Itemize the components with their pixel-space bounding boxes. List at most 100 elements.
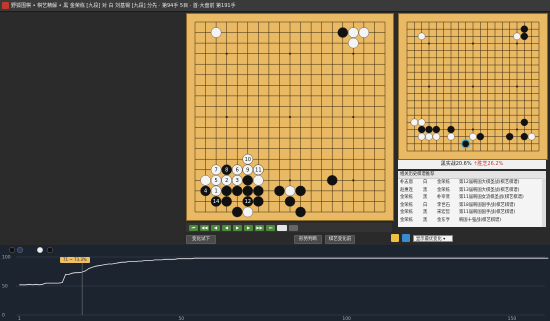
black-stone — [253, 185, 264, 197]
nav-button[interactable]: ▶▶ — [255, 224, 264, 231]
list-cell: 金荣栋 — [437, 180, 450, 185]
display-mode-value: 显示最优变化 — [416, 237, 442, 242]
try-play-button[interactable]: 变化试下 — [186, 235, 216, 244]
list-cell: 黑 — [423, 210, 428, 215]
variation-preview-board[interactable] — [398, 13, 548, 160]
nav-button[interactable]: ⏭ — [266, 224, 275, 231]
list-cell: 宋宏哲 — [437, 210, 450, 215]
white-stone — [200, 175, 211, 186]
black-stone — [520, 118, 529, 127]
related-games-header: 相关历史棋谱推荐 — [398, 171, 546, 179]
black-stone — [221, 185, 232, 197]
white-stone — [242, 206, 253, 218]
black-stone — [327, 175, 338, 186]
list-cell: 朴志恩 — [400, 180, 413, 185]
white-stone — [284, 185, 296, 197]
white-stone — [432, 132, 441, 141]
list-cell: 黑 — [423, 217, 428, 223]
star-point — [225, 52, 228, 55]
star-point — [225, 115, 228, 119]
nav-button[interactable]: ◀ — [211, 224, 220, 231]
list-item[interactable]: 金荣栋 黑 宋宏哲 第11届韩国国手战(棋艺棋谱) — [398, 209, 546, 217]
list-cell: 第11届韩国女流棋圣战(棋艺棋谱) — [459, 195, 524, 200]
move-number: 7 — [215, 168, 218, 174]
move-number: 10 — [245, 157, 251, 163]
analysis-button[interactable]: 棋艺变化前 — [325, 235, 355, 244]
black-stone — [417, 125, 426, 134]
y-tick-label: 0 — [2, 313, 5, 319]
display-mode-select[interactable]: 显示最优变化 ▾ — [413, 235, 453, 242]
move-number: 6 — [236, 168, 239, 174]
white-stone — [358, 27, 370, 38]
graph-player-icon — [47, 247, 53, 253]
nav-button[interactable]: ⏮ — [189, 224, 198, 231]
window-title: 野狐围棋 • 棋艺精解 • 黑 金荣栋 [九段] 对 白 刘基锡 [九段] 分先… — [11, 3, 236, 9]
score-bar: 黑实战20.6% ↑胜芝26.2% — [398, 160, 546, 169]
score-diff: ↑胜芝26.2% — [473, 161, 504, 167]
list-cell: 黑 — [423, 187, 428, 193]
black-stone — [425, 125, 433, 134]
go-board[interactable]: 10 7 8 6 9 11 5 2 3 4 1 14 12 — [186, 13, 394, 221]
white-stone — [417, 132, 426, 141]
list-cell: 第13届韩国大棋圣战(棋艺棋谱) — [459, 187, 520, 193]
move-number: 1 — [215, 189, 218, 195]
board-canvas[interactable]: 10 7 8 6 9 11 5 2 3 4 1 14 12 — [187, 14, 393, 220]
thumbs-up-icon[interactable] — [391, 234, 399, 242]
white-stone — [527, 132, 536, 141]
list-item[interactable]: 赵惠连 黑 金荣栋 第13届韩国大棋圣战(棋艺棋谱) — [398, 187, 546, 195]
app-icon — [2, 2, 9, 9]
star-point — [352, 115, 355, 119]
white-stone — [410, 118, 419, 127]
star-point — [427, 42, 431, 45]
black-stone — [520, 25, 529, 33]
list-cell: 韩国十强战(棋艺棋谱) — [459, 217, 502, 223]
graph-player-icon — [9, 247, 15, 253]
move-number: 9 — [246, 168, 249, 174]
graph-player-icon — [17, 247, 23, 253]
list-cell: 李世石 — [437, 202, 450, 208]
left-panel — [0, 12, 183, 240]
star-point — [352, 179, 355, 182]
nav-button[interactable] — [289, 224, 298, 231]
list-item[interactable]: 朴志恩 白 金荣栋 第12届韩国大棋圣战(棋艺棋谱) — [398, 179, 546, 187]
x-tick-label: 1 — [18, 316, 21, 321]
move-number: 12 — [245, 199, 251, 205]
list-item[interactable]: 金荣栋 黑 朴宰贤 第11届韩国女流棋圣战(棋艺棋谱) — [398, 194, 546, 202]
share-icon[interactable] — [402, 234, 410, 242]
nav-button[interactable] — [277, 224, 287, 231]
graph-player-icon — [37, 247, 43, 253]
move-number: 2 — [225, 178, 228, 184]
nav-button[interactable]: ▶ — [244, 224, 253, 231]
list-item[interactable]: 金荣栋 白 李世石 第18届韩国国手战(棋艺棋谱) — [398, 202, 546, 210]
black-stone — [337, 27, 348, 38]
list-cell: 金荣栋 — [400, 195, 413, 200]
list-item[interactable]: 金荣栋 黑 金东亨 韩国十强战(棋艺棋谱) — [398, 217, 546, 225]
list-cell: 朴宰贤 — [437, 195, 450, 200]
nav-button[interactable]: ▶ — [233, 224, 242, 231]
list-cell: 第12届韩国大棋圣战(棋艺棋谱) — [459, 180, 520, 185]
list-cell: 白 — [423, 202, 428, 208]
list-cell: 第11届韩国国手战(棋艺棋谱) — [459, 210, 516, 215]
white-stone — [425, 132, 433, 141]
move-number: 8 — [225, 168, 228, 174]
move-navigation-bar: ⏮ ◀◀ ◀ ◀ ▶ ▶ ▶▶ ⏭ — [186, 223, 392, 232]
list-cell: 金荣栋 — [400, 210, 413, 215]
x-tick-label: 150 — [508, 316, 517, 321]
move-number: 14 — [213, 199, 219, 205]
black-stone — [232, 206, 243, 218]
winrate-line — [19, 257, 549, 286]
nav-button[interactable]: ◀◀ — [200, 224, 209, 231]
white-stone — [348, 37, 359, 49]
white-stone — [253, 175, 264, 186]
star-point — [515, 128, 519, 131]
white-stone — [417, 32, 426, 41]
list-scrollbar[interactable] — [542, 178, 546, 227]
white-stone — [210, 27, 222, 38]
preview-canvas[interactable] — [399, 14, 547, 159]
x-tick-label: 100 — [342, 316, 351, 321]
black-stone — [505, 132, 514, 141]
y-tick-label: 50 — [2, 284, 8, 290]
nav-button[interactable]: ◀ — [222, 224, 231, 231]
capture-button[interactable]: 形势判断 — [294, 235, 322, 244]
list-cell: 赵惠连 — [400, 187, 413, 193]
